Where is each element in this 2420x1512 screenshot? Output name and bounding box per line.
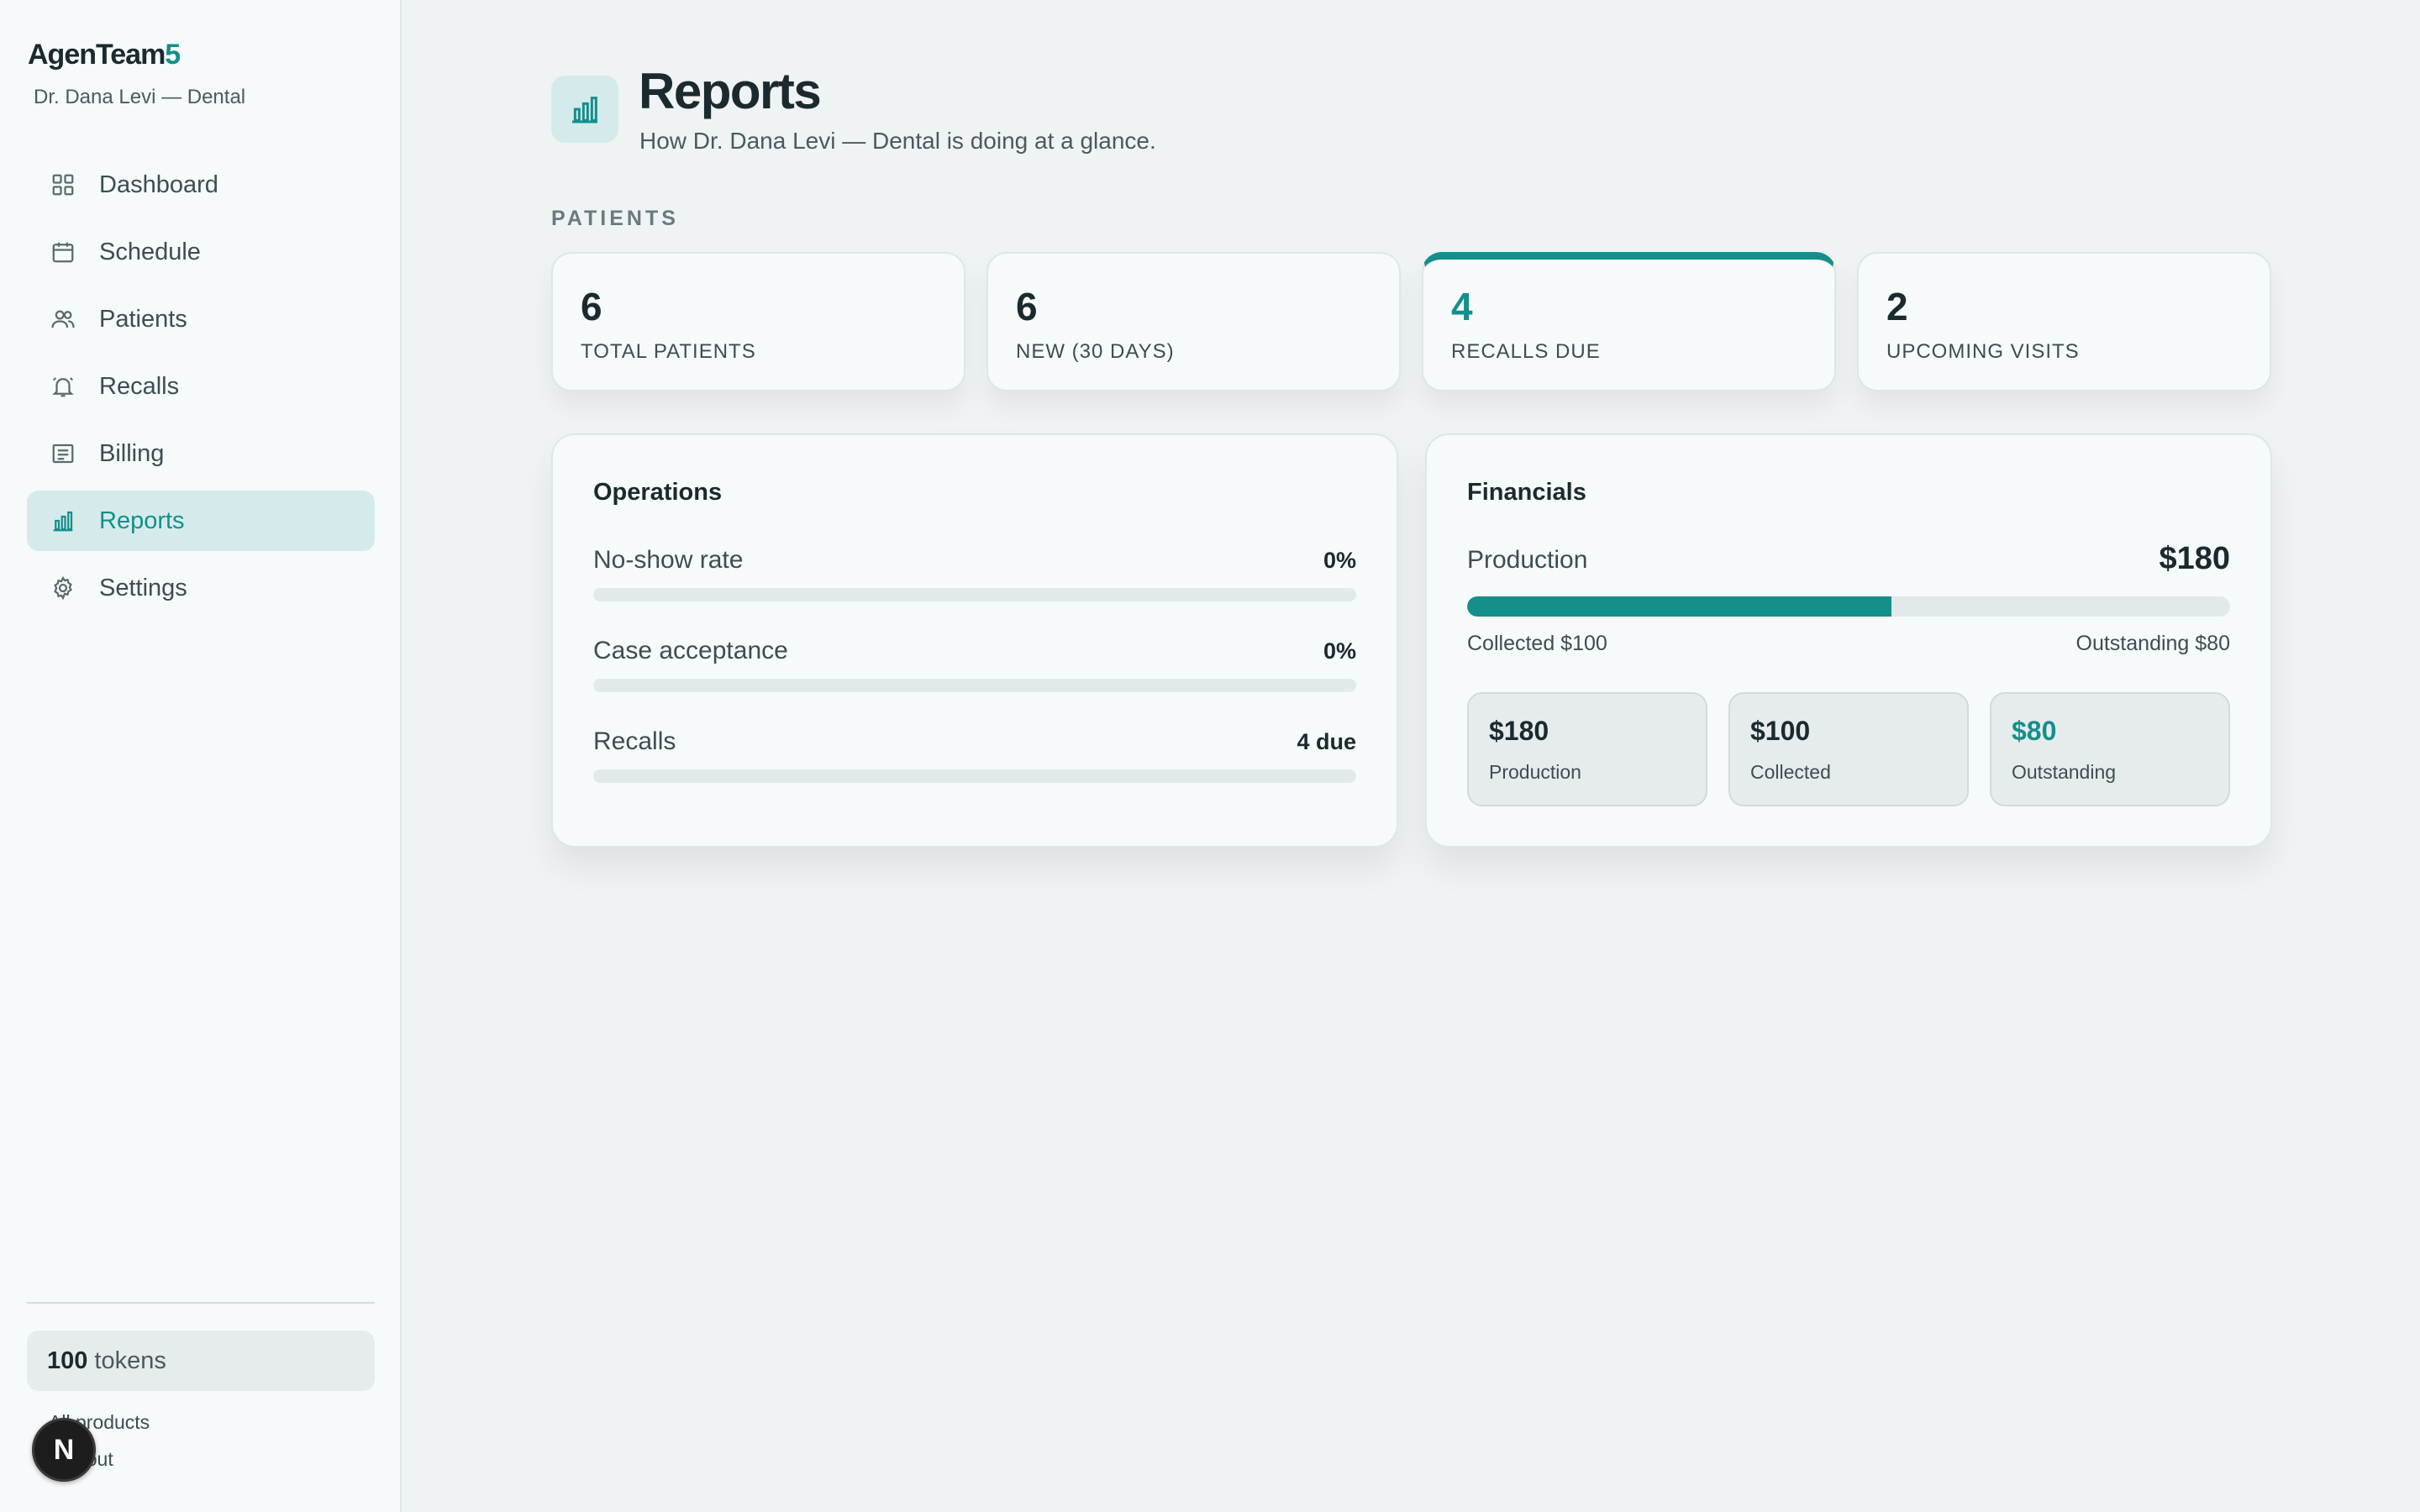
ops-row-value: 0% xyxy=(1323,638,1356,664)
fin-card-value: $180 xyxy=(1489,716,1549,746)
ops-row-no-show: No-show rate 0% xyxy=(593,546,1356,601)
brand-name: AgenTeam xyxy=(28,39,166,71)
production-total: $180 xyxy=(2159,541,2230,576)
sidebar-item-label: Recalls xyxy=(99,372,180,400)
bell-icon xyxy=(49,372,77,401)
grid-icon xyxy=(49,171,77,199)
sidebar: AgenTeam5 Dr. Dana Levi — Dental Dashboa… xyxy=(0,0,402,1512)
fin-card-production: $180 Production xyxy=(1467,692,1707,806)
stat-value: 2 xyxy=(1886,285,1908,328)
ops-progress-track xyxy=(593,588,1356,601)
stat-value: 4 xyxy=(1451,285,1473,328)
users-icon xyxy=(49,305,77,333)
fin-card-value: $100 xyxy=(1750,716,1811,746)
operations-panel: Operations No-show rate 0% Case acceptan… xyxy=(551,433,1398,848)
ops-row-recalls: Recalls 4 due xyxy=(593,727,1356,783)
sidebar-divider xyxy=(27,1302,375,1304)
ops-row-value: 4 due xyxy=(1297,729,1356,754)
stat-value: 6 xyxy=(581,285,602,328)
ops-progress-track xyxy=(593,679,1356,692)
production-label: Production xyxy=(1467,546,1588,574)
sidebar-item-schedule[interactable]: Schedule xyxy=(27,222,375,282)
stat-value: 6 xyxy=(1016,285,1038,328)
collection-progress-fill xyxy=(1467,596,1891,617)
token-count: 100 xyxy=(47,1347,88,1374)
fin-card-value: $80 xyxy=(2012,716,2057,746)
calendar-icon xyxy=(49,238,77,266)
ops-progress-track xyxy=(593,769,1356,783)
fin-card-label: Collected xyxy=(1750,761,1831,783)
sidebar-item-label: Schedule xyxy=(99,238,201,265)
collection-progress-track xyxy=(1467,596,2230,617)
practice-name: Dr. Dana Levi — Dental xyxy=(34,86,246,108)
patients-section-label: PATIENTS xyxy=(551,207,679,230)
sidebar-item-billing[interactable]: Billing xyxy=(27,423,375,484)
sidebar-item-label: Settings xyxy=(99,574,187,601)
financials-title: Financials xyxy=(1467,479,1586,506)
ops-row-name: No-show rate xyxy=(593,546,744,574)
reports-header-icon xyxy=(551,76,618,143)
stat-label: TOTAL PATIENTS xyxy=(581,340,756,363)
sidebar-item-dashboard[interactable]: Dashboard xyxy=(27,155,375,215)
stat-card-total-patients: 6 TOTAL PATIENTS xyxy=(551,252,965,391)
stat-card-upcoming-visits: 2 UPCOMING VISITS xyxy=(1857,252,2271,391)
token-balance[interactable]: 100 tokens xyxy=(27,1331,375,1391)
fin-card-label: Production xyxy=(1489,761,1581,783)
stat-label: RECALLS DUE xyxy=(1451,340,1601,363)
bar-chart-icon xyxy=(49,507,77,535)
stat-card-recalls-due: 4 RECALLS DUE xyxy=(1422,252,1836,391)
fin-card-label: Outstanding xyxy=(2012,761,2117,783)
collected-caption: Collected $100 xyxy=(1467,632,1607,655)
sidebar-item-label: Billing xyxy=(99,439,165,467)
sidebar-item-settings[interactable]: Settings xyxy=(27,558,375,618)
dev-tools-button[interactable]: N xyxy=(32,1418,96,1482)
production-row: Production $180 xyxy=(1467,541,2230,576)
sidebar-item-recalls[interactable]: Recalls xyxy=(27,356,375,417)
ops-row-value: 0% xyxy=(1323,548,1356,573)
stat-label: NEW (30 DAYS) xyxy=(1016,340,1175,363)
brand-accent: 5 xyxy=(165,39,181,71)
ops-row-name: Case acceptance xyxy=(593,637,788,664)
ops-row-case-acceptance: Case acceptance 0% xyxy=(593,637,1356,692)
sidebar-item-label: Dashboard xyxy=(99,171,218,198)
stat-label: UPCOMING VISITS xyxy=(1886,340,2080,363)
page-title: Reports xyxy=(639,63,822,119)
sidebar-item-label: Reports xyxy=(99,507,185,534)
stat-card-new-patients: 6 NEW (30 DAYS) xyxy=(986,252,1401,391)
page-subtitle: How Dr. Dana Levi — Dental is doing at a… xyxy=(639,128,1156,154)
outstanding-caption: Outstanding $80 xyxy=(2075,632,2230,655)
fin-card-outstanding: $80 Outstanding xyxy=(1990,692,2230,806)
sidebar-item-label: Patients xyxy=(99,305,187,333)
ops-row-name: Recalls xyxy=(593,727,676,755)
gear-icon xyxy=(49,574,77,602)
fin-card-collected: $100 Collected xyxy=(1728,692,1969,806)
sidebar-item-reports[interactable]: Reports xyxy=(27,491,375,551)
sidebar-nav: Dashboard Schedule Patients Recalls Bill… xyxy=(27,155,375,625)
brand-logo[interactable]: AgenTeam5 xyxy=(28,39,181,71)
token-label: tokens xyxy=(94,1347,166,1374)
sidebar-item-patients[interactable]: Patients xyxy=(27,289,375,349)
operations-title: Operations xyxy=(593,479,723,506)
financials-panel: Financials Production $180 Collected $10… xyxy=(1425,433,2272,848)
receipt-icon xyxy=(49,439,77,468)
